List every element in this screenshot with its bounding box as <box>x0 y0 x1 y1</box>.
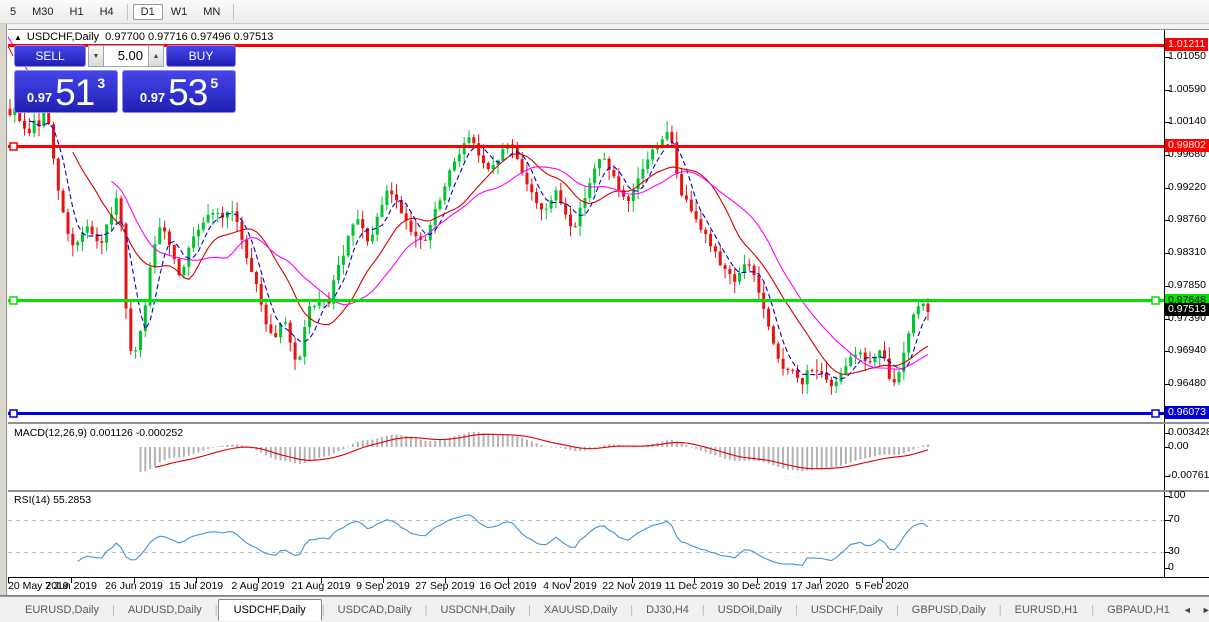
sell-button[interactable]: SELL <box>14 45 86 67</box>
price-tick-0.97850: 0.97850 <box>1168 279 1206 291</box>
macd-tick--0.007615: -0.007615 <box>1168 469 1209 481</box>
sell-price-button[interactable]: 0.97 51 3 <box>14 70 118 113</box>
date-tick: 22 Nov 2019 <box>602 580 662 592</box>
level-anchor-left[interactable] <box>9 296 18 305</box>
price-tick-1.01211: 1.01211 <box>1165 38 1209 51</box>
chart-tabs: EURUSD,Daily | AUDUSD,Daily | USDCHF,Daily | U… <box>12 598 1183 621</box>
tab-gbpaud-h1[interactable]: GBPAUD,H1 <box>1094 600 1183 620</box>
date-tick: 17 Jan 2020 <box>791 580 849 592</box>
rsi-tick-100: 100 <box>1168 489 1186 501</box>
tab-scroll-right-icon[interactable]: ► <box>1202 605 1209 615</box>
macd-tick-0.00: 0.00 <box>1168 440 1189 452</box>
tab-gbpusd-daily[interactable]: GBPUSD,Daily <box>899 600 999 620</box>
main-macd-divider[interactable] <box>8 422 1209 424</box>
sell-price-major: 0.97 <box>26 90 53 105</box>
volume-input[interactable]: 5.00 <box>104 45 148 67</box>
date-tick: 27 Sep 2019 <box>415 580 475 592</box>
ma-slow-line <box>111 166 929 370</box>
rsi-indicator-label: RSI(14) 55.2853 <box>14 494 92 506</box>
price-tick-1.01050: 1.01050 <box>1168 50 1206 62</box>
level-anchor-left[interactable] <box>9 409 18 418</box>
price-tick-1.00590: 1.00590 <box>1168 83 1206 95</box>
price-tick-0.98760: 0.98760 <box>1168 213 1206 225</box>
price-tick-0.96940: 0.96940 <box>1168 344 1206 356</box>
window-left-frame <box>0 24 7 596</box>
date-tick: 26 Jun 2019 <box>105 580 163 592</box>
timeframe-button-m30[interactable]: M30 <box>24 4 61 20</box>
timeframe-button-5[interactable]: 5 <box>2 4 24 20</box>
price-tick-0.98310: 0.98310 <box>1168 246 1206 258</box>
tab-usdchf-daily[interactable]: USDCHF,Daily <box>798 600 896 620</box>
buy-price-button[interactable]: 0.97 53 5 <box>122 70 236 113</box>
mt4-terminal-window: 5 M30 H1 H4 D1 W1 MN ▲ USDCHF,Daily 0.97700 0.9… <box>0 0 1209 622</box>
timeframe-button-h1[interactable]: H1 <box>62 4 92 20</box>
timeframe-button-d1[interactable]: D1 <box>132 3 163 20</box>
buy-button[interactable]: BUY <box>166 45 236 67</box>
buy-price-pips: 53 <box>168 72 208 113</box>
volume-increase-icon[interactable]: ▲ <box>148 45 164 67</box>
price-tick-1.00140: 1.00140 <box>1168 115 1206 127</box>
price-tick-0.97513: 0.97513 <box>1165 303 1209 316</box>
toolbar-separator <box>233 3 235 20</box>
tab-xauusd-daily[interactable]: XAUUSD,Daily <box>531 600 630 620</box>
volume-spinner: ▼ 5.00 ▲ <box>88 45 164 67</box>
timeframe-button-mn[interactable]: MN <box>195 4 228 20</box>
timeframe-button-w1[interactable]: W1 <box>163 4 196 20</box>
date-tick: 15 Jul 2019 <box>168 580 224 592</box>
one-click-trading-panel: SELL ▼ 5.00 ▲ BUY 0.97 51 3 0.97 53 5 <box>14 45 236 113</box>
tab-usdchf-daily[interactable]: USDCHF,Daily <box>217 598 322 621</box>
rsi-tick-30: 30 <box>1168 545 1180 557</box>
level-anchor-left[interactable] <box>9 142 18 151</box>
candles-layer <box>8 97 930 395</box>
toolbar-separator <box>126 3 128 20</box>
volume-decrease-icon[interactable]: ▼ <box>88 45 104 67</box>
price-tick-0.96480: 0.96480 <box>1168 377 1206 389</box>
rsi-tick-0: 0 <box>1168 561 1174 573</box>
macd-tick-0.003428: 0.003428 <box>1168 426 1209 438</box>
chart-canvas <box>8 30 1170 583</box>
price-tick-0.99802: 0.99802 <box>1165 139 1209 152</box>
date-tick: 9 Sep 2019 <box>356 580 410 592</box>
tab-usdoil-daily[interactable]: USDOil,Daily <box>705 600 795 620</box>
rsi-line <box>77 514 929 566</box>
chart-ohlc-quote: 0.97700 0.97716 0.97496 0.97513 <box>105 31 274 43</box>
chart-symbol-period: USDCHF,Daily <box>26 31 100 43</box>
timeframe-toolbar: 5 M30 H1 H4 D1 W1 MN <box>0 0 1209 24</box>
buy-price-point: 5 <box>210 75 219 91</box>
price-tick-0.99220: 0.99220 <box>1168 181 1206 193</box>
macd-rsi-divider[interactable] <box>8 490 1209 492</box>
date-tick: 11 Dec 2019 <box>664 580 724 592</box>
date-tick: 30 Dec 2019 <box>727 580 787 592</box>
rsi-tick-70: 70 <box>1168 513 1180 525</box>
timeframe-button-h4[interactable]: H4 <box>92 4 122 20</box>
ma-mid-line <box>72 151 929 376</box>
tab-usdcnh-daily[interactable]: USDCNH,Daily <box>427 600 528 620</box>
tab-audusd-daily[interactable]: AUDUSD,Daily <box>115 600 215 620</box>
macd-indicator-label: MACD(12,26,9) 0.001126 -0.000252 <box>14 427 184 439</box>
date-tick: 4 Nov 2019 <box>543 580 597 592</box>
level-anchor-right[interactable] <box>1151 409 1160 418</box>
chart-title: ▲ USDCHF,Daily 0.97700 0.97716 0.97496 0.… <box>14 31 273 43</box>
date-tick: 2 Aug 2019 <box>231 580 285 592</box>
tab-dj30-h4[interactable]: DJ30,H4 <box>633 600 702 620</box>
date-tick: 5 Feb 2020 <box>855 580 909 592</box>
time-axis-line <box>8 577 1209 578</box>
chart-tab-bar: EURUSD,Daily | AUDUSD,Daily | USDCHF,Daily | U… <box>0 596 1209 622</box>
tab-usdcad-daily[interactable]: USDCAD,Daily <box>325 600 425 620</box>
one-click-trading-arrow-icon[interactable]: ▲ <box>14 33 22 42</box>
tab-scroll-left-icon[interactable]: ◄ <box>1183 605 1192 615</box>
date-tick: 16 Oct 2019 <box>479 580 537 592</box>
date-tick: 21 Aug 2019 <box>291 580 351 592</box>
sell-price-pips: 51 <box>55 72 95 113</box>
tab-scroll-buttons: ◄ ► <box>1183 605 1209 615</box>
buy-price-major: 0.97 <box>139 90 166 105</box>
date-tick: 7 Jun 2019 <box>45 580 97 592</box>
tab-eurusd-daily[interactable]: EURUSD,Daily <box>12 600 112 620</box>
sell-price-point: 3 <box>97 75 106 91</box>
price-tick-0.96073: 0.96073 <box>1165 406 1209 419</box>
tab-eurusd-h1[interactable]: EURUSD,H1 <box>1002 600 1092 620</box>
level-anchor-right[interactable] <box>1151 296 1160 305</box>
